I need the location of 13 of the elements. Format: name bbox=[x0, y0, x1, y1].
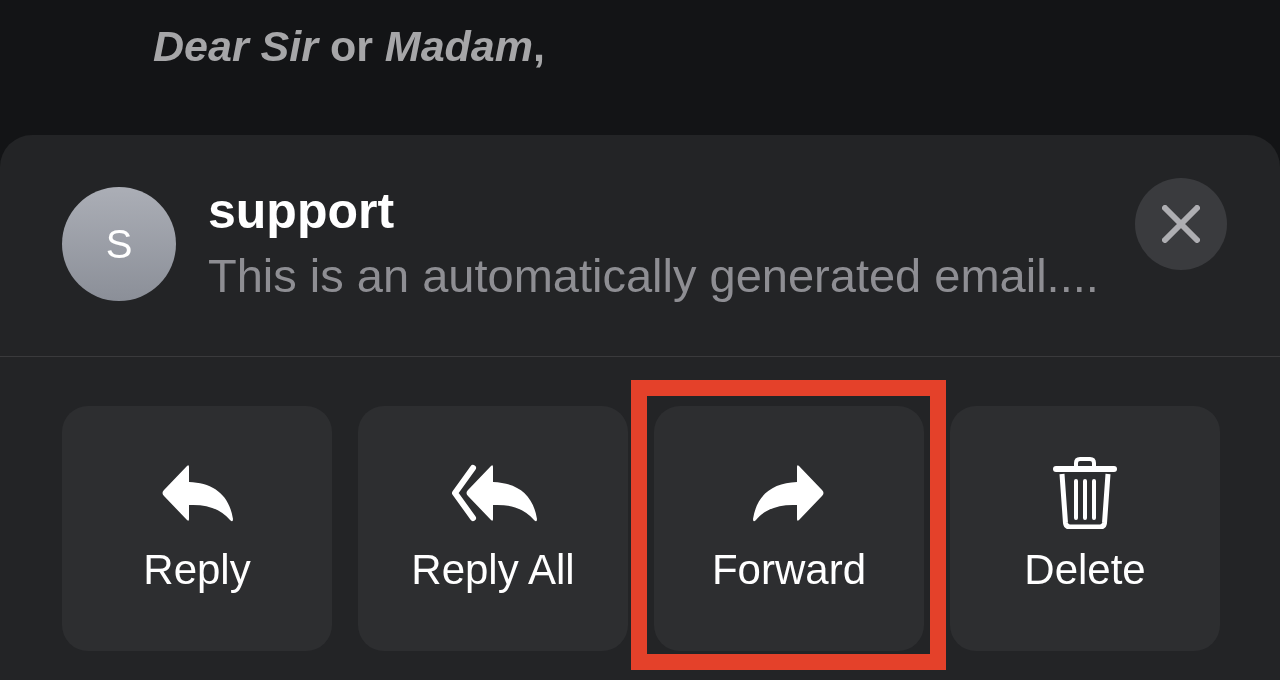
forward-button[interactable]: Forward bbox=[654, 406, 924, 651]
sender-name: support bbox=[208, 182, 395, 241]
message-preview: This is an automatically generated email.... bbox=[208, 248, 1099, 304]
greeting-text: Dear Sir or Madam, bbox=[153, 21, 545, 72]
close-icon bbox=[1162, 205, 1200, 243]
reply-all-arrow-icon bbox=[449, 463, 537, 523]
delete-button[interactable]: Delete bbox=[950, 406, 1220, 651]
reply-button[interactable]: Reply bbox=[62, 406, 332, 651]
reply-arrow-icon bbox=[161, 463, 233, 523]
sender-avatar: S bbox=[62, 187, 176, 301]
forward-arrow-icon bbox=[753, 463, 825, 523]
reply-all-button[interactable]: Reply All bbox=[358, 406, 628, 651]
trash-icon bbox=[1053, 457, 1117, 529]
